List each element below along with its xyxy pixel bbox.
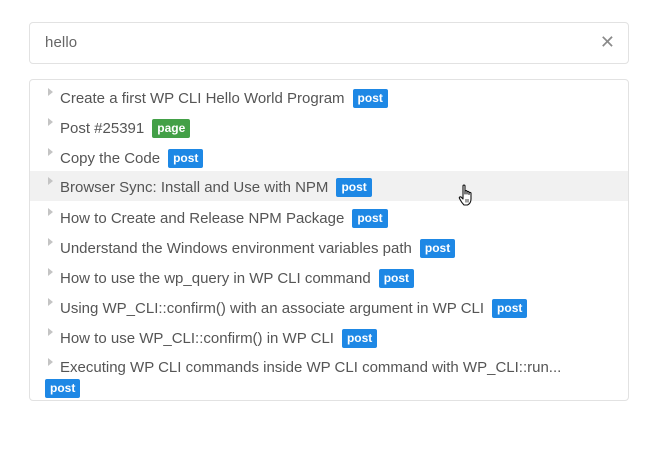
list-item[interactable]: Copy the Code post [30,142,628,172]
item-title: Executing WP CLI commands inside WP CLI … [60,359,562,376]
search-box[interactable]: hello ✕ [29,22,629,64]
caret-right-icon [48,298,53,306]
caret-right-icon [48,238,53,246]
list-item[interactable]: Browser Sync: Install and Use with NPM po… [30,171,628,201]
results-list: Create a first WP CLI Hello World Progra… [29,79,629,401]
post-badge: post [378,269,415,288]
caret-right-icon [48,268,53,276]
post-badge: post [341,329,378,348]
item-title: Create a first WP CLI Hello World Progra… [60,90,345,107]
page-badge: page [152,119,191,138]
item-title: Understand the Windows environment varia… [60,240,412,257]
list-item[interactable]: How to use WP_CLI::confirm() in WP CLI po… [30,322,628,352]
post-badge: post [352,89,388,108]
search-input[interactable]: hello [45,34,77,51]
list-item[interactable]: How to use the wp_query in WP CLI comman… [30,262,628,292]
item-title: Copy the Code [60,150,161,167]
item-title: How to Create and Release NPM Package [60,210,345,227]
caret-right-icon [48,328,53,336]
post-badge: post [419,239,456,258]
post-badge: post [352,209,388,228]
item-title: Browser Sync: Install and Use with NPM [60,179,329,196]
item-title: Using WP_CLI::confirm() with an associat… [60,300,485,317]
item-title: How to use WP_CLI::confirm() in WP CLI [60,330,334,347]
list-item[interactable]: Post #25391 page [30,112,628,142]
caret-right-icon [48,148,53,156]
post-badge: post [168,149,204,168]
caret-right-icon [48,358,53,366]
item-title: How to use the wp_query in WP CLI comman… [60,270,371,287]
caret-right-icon [48,88,53,96]
caret-right-icon [48,208,53,216]
list-item[interactable]: Create a first WP CLI Hello World Progra… [30,82,628,112]
list-item[interactable]: Understand the Windows environment varia… [30,232,628,262]
hand-pointer-icon [458,184,472,206]
list-item[interactable]: Using WP_CLI::confirm() with an associat… [30,292,628,322]
caret-right-icon [48,177,53,185]
post-badge: post [492,299,528,318]
post-badge: post [45,379,81,398]
post-badge: post [336,178,372,197]
close-icon[interactable]: ✕ [600,32,615,52]
caret-right-icon [48,118,53,126]
item-title: Post #25391 [60,120,145,137]
list-item[interactable]: Executing WP CLI commands inside WP CLI … [30,352,628,398]
list-item[interactable]: How to Create and Release NPM Package pos… [30,202,628,232]
